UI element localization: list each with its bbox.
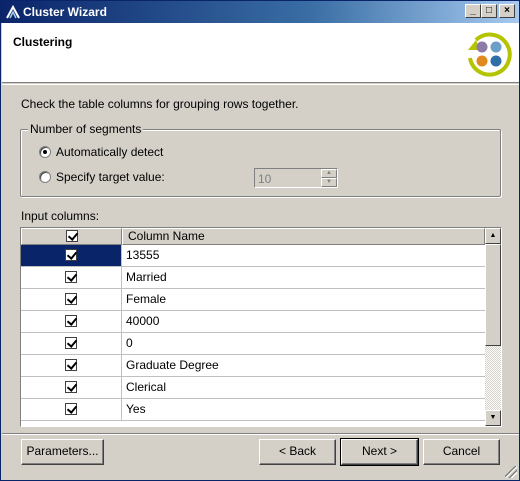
segments-groupbox: Number of segments Automatically detect … xyxy=(20,122,501,197)
spin-up-button[interactable]: ▲ xyxy=(321,169,337,178)
parameters-button[interactable]: Parameters... xyxy=(21,439,104,465)
scroll-thumb[interactable] xyxy=(485,244,501,346)
app-icon xyxy=(6,4,20,19)
select-all-header[interactable] xyxy=(21,228,122,245)
table-row[interactable]: Female xyxy=(21,289,485,311)
row-checkbox[interactable] xyxy=(65,271,77,283)
scroll-up-button[interactable]: ▲ xyxy=(485,228,501,244)
table-row[interactable]: 40000 xyxy=(21,311,485,333)
grid-header: Column Name xyxy=(21,228,485,245)
row-column-name: Married xyxy=(126,270,167,284)
scroll-down-button[interactable]: ▼ xyxy=(485,410,501,426)
row-checkbox[interactable] xyxy=(65,359,77,371)
row-checkbox[interactable] xyxy=(65,293,77,305)
cancel-button[interactable]: Cancel xyxy=(423,439,500,465)
vertical-scrollbar[interactable]: ▲ ▼ xyxy=(485,228,501,426)
auto-detect-label: Automatically detect xyxy=(56,145,164,159)
spin-down-button[interactable]: ▼ xyxy=(321,178,337,187)
instruction-text: Check the table columns for grouping row… xyxy=(21,97,299,111)
row-checkbox[interactable] xyxy=(65,337,77,349)
table-row[interactable]: 13555 xyxy=(21,245,485,267)
grid-rows: 13555 Married Female 40000 0 Graduate De… xyxy=(21,245,485,421)
title-bar[interactable]: Cluster Wizard _ □ × xyxy=(1,1,519,23)
specify-target-label: Specify target value: xyxy=(56,170,165,184)
row-checkbox[interactable] xyxy=(65,315,77,327)
row-column-name: 0 xyxy=(126,336,133,350)
segments-legend: Number of segments xyxy=(28,122,144,136)
target-value-spinbox[interactable]: 10 ▲ ▼ xyxy=(254,168,338,188)
cluster-wizard-logo-icon xyxy=(468,32,512,77)
next-button[interactable]: Next > xyxy=(340,438,419,466)
input-columns-grid: Column Name 13555 Married Female 40000 0… xyxy=(20,227,502,427)
row-column-name: 13555 xyxy=(126,248,160,262)
select-all-checkbox[interactable] xyxy=(66,230,78,242)
table-row[interactable]: Yes xyxy=(21,399,485,421)
row-checkbox[interactable] xyxy=(65,403,77,415)
target-value: 10 xyxy=(258,172,272,186)
header-divider xyxy=(2,84,519,85)
grid-content: Column Name 13555 Married Female 40000 0… xyxy=(21,228,485,426)
row-column-name: Clerical xyxy=(126,380,167,394)
wizard-header: Clustering xyxy=(2,23,519,83)
spin-buttons: ▲ ▼ xyxy=(321,169,337,187)
table-row[interactable]: Married xyxy=(21,267,485,289)
cluster-wizard-window: Cluster Wizard _ □ × Clustering Check th… xyxy=(0,0,520,481)
table-row[interactable]: 0 xyxy=(21,333,485,355)
input-columns-label: Input columns: xyxy=(21,209,100,223)
row-column-name: 40000 xyxy=(126,314,160,328)
resize-grip-icon[interactable] xyxy=(505,466,517,478)
row-column-name: Yes xyxy=(126,402,146,416)
table-row[interactable]: Clerical xyxy=(21,377,485,399)
minimize-button[interactable]: _ xyxy=(465,4,481,18)
table-row[interactable]: Graduate Degree xyxy=(21,355,485,377)
window-title: Cluster Wizard xyxy=(23,5,107,19)
page-title: Clustering xyxy=(13,35,73,49)
row-checkbox[interactable] xyxy=(65,249,77,261)
maximize-button[interactable]: □ xyxy=(481,4,497,18)
back-button[interactable]: < Back xyxy=(259,439,336,465)
column-name-header[interactable]: Column Name xyxy=(122,228,485,245)
row-column-name: Female xyxy=(126,292,167,306)
specify-target-option[interactable]: Specify target value: xyxy=(39,170,165,184)
footer-divider xyxy=(2,433,519,435)
row-checkbox[interactable] xyxy=(65,381,77,393)
row-column-name: Graduate Degree xyxy=(126,358,219,372)
specify-target-radio[interactable] xyxy=(39,171,51,183)
close-button[interactable]: × xyxy=(499,4,515,18)
auto-detect-radio[interactable] xyxy=(39,146,51,158)
auto-detect-option[interactable]: Automatically detect xyxy=(39,145,163,159)
